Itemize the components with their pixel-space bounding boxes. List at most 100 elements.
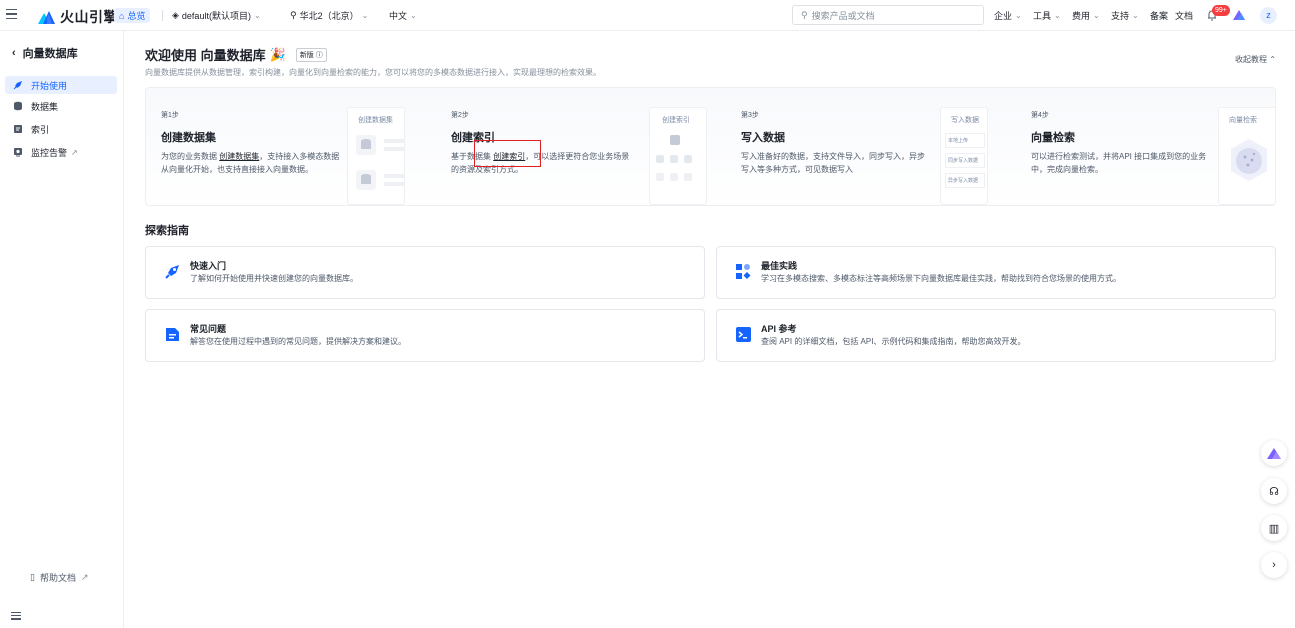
sidebar-item-label: 数据集 (31, 101, 59, 112)
dataset-illustration-icon (356, 135, 404, 190)
index-tree-illustration-icon (656, 135, 692, 181)
ai-assistant-button[interactable] (1261, 440, 1287, 466)
sidebar-item-getting-started[interactable]: 开始使用 (5, 76, 117, 94)
chevron-right-icon: › (1272, 559, 1276, 571)
menu-icon[interactable] (6, 9, 17, 20)
region-label: 华北2（北京） (299, 11, 359, 21)
sidebar: ‹ 向量数据库 开始使用 数据集 索引 监控告警 ↗ ▯ 帮助文档 ↗ (0, 31, 124, 628)
guide-card-quickstart[interactable]: 快速入门 了解如何开始使用并快速创建您的向量数据库。 (145, 246, 705, 299)
shapes-icon (736, 264, 751, 279)
sidebar-item-label: 开始使用 (31, 80, 68, 91)
nav-label: 文档 (1175, 11, 1194, 21)
help-docs-label: 帮助文档 (39, 573, 76, 583)
step-title: 向量检索 (1031, 132, 1075, 144)
step-desc-text: 为您的业务数据 (161, 152, 220, 161)
step-description: 写入准备好的数据，支持文件导入，同步写入，异步写入等多种方式，可见数据写入 (741, 150, 926, 176)
info-icon: ⓘ (315, 51, 323, 59)
step-illustration-label: 创建索引 (662, 117, 690, 124)
search-input[interactable]: ⚲ 搜索产品或文档 (792, 5, 984, 25)
top-bar: 火山引擎 ⌂ 总览 ◈ default(默认项目) ⌄ ⚲ 华北2（北京） ⌄ … (0, 0, 1295, 31)
nav-label: 企业 (994, 11, 1013, 21)
help-docs-link[interactable]: ▯ 帮助文档 ↗ (30, 571, 89, 584)
party-icon: 🎉 (269, 46, 286, 62)
chevron-down-icon: ⌄ (1015, 11, 1022, 20)
card-description: 了解如何开始使用并快速创建您的向量数据库。 (190, 274, 358, 283)
nav-support[interactable]: 支持 ⌄ (1111, 9, 1139, 22)
headset-icon: ☊ (1269, 485, 1279, 498)
step-illustration: 向量检索 (1218, 107, 1275, 205)
card-title: 常见问题 (190, 324, 227, 334)
sidebar-header[interactable]: ‹ 向量数据库 (12, 45, 78, 61)
card-description: 学习在多模态搜索、多模态标注等高频场景下向量数据库最佳实践，帮助找到符合您场景的… (761, 274, 1121, 283)
expand-button[interactable]: › (1261, 552, 1287, 578)
new-version-label: 新版 (299, 51, 314, 59)
step-illustration: 创建数据集 (347, 107, 405, 205)
brand-logo[interactable]: 火山引擎 (38, 7, 118, 27)
customer-service-button[interactable]: ☊ (1261, 478, 1287, 504)
region-selector[interactable]: ⚲ 华北2（北京） ⌄ (290, 9, 368, 22)
sidebar-item-datasets[interactable]: 数据集 (5, 97, 117, 115)
project-selector[interactable]: ◈ default(默认项目) ⌄ (172, 9, 261, 22)
overview-button[interactable]: ⌂ 总览 (114, 8, 151, 23)
create-dataset-link[interactable]: 创建数据集 (219, 152, 259, 161)
step-illustration: 创建索引 (649, 107, 707, 205)
overview-label: 总览 (127, 11, 146, 21)
step-3: 第3步 写入数据 写入准备好的数据，支持文件导入，同步写入，异步写入等多种方式，… (726, 88, 1016, 205)
external-link-icon: ↗ (71, 147, 78, 157)
docs-button[interactable]: ▥ (1261, 515, 1287, 541)
rocket-icon (165, 265, 179, 279)
chevron-up-icon: ⌃ (1269, 55, 1276, 64)
chevron-down-icon: ⌄ (253, 11, 261, 20)
highlight-annotation (474, 140, 541, 167)
location-icon: ⚲ (290, 10, 297, 20)
write-options-list: 本地上传 同步写入数据 异步写入数据 (945, 133, 985, 188)
tutorial-steps: 第1步 创建数据集 为您的业务数据 创建数据集，支持接入多模态数据从向量化开始，… (145, 87, 1276, 206)
write-option: 异步写入数据 (945, 173, 985, 188)
nav-enterprise[interactable]: 企业 ⌄ (994, 9, 1022, 22)
collapse-sidebar-icon[interactable] (11, 612, 21, 620)
nav-billing[interactable]: 费用 ⌄ (1072, 9, 1100, 22)
ai-assistant-icon[interactable] (1233, 9, 1245, 20)
nav-filing[interactable]: 备案 (1150, 9, 1168, 22)
step-illustration-label: 创建数据集 (358, 117, 393, 124)
nav-tools[interactable]: 工具 ⌄ (1033, 9, 1061, 22)
chevron-down-icon: ⌄ (1132, 11, 1139, 20)
sidebar-item-label: 索引 (31, 124, 50, 135)
card-title: 最佳实践 (761, 261, 798, 271)
sidebar-item-label: 监控告警 (31, 147, 68, 158)
volcano-logo-icon (38, 11, 55, 24)
collapse-tutorial-label: 收起教程 (1235, 55, 1267, 64)
rocket-icon (13, 81, 22, 90)
page-title-text: 欢迎使用 向量数据库 (145, 48, 266, 63)
step-number: 第4步 (1031, 112, 1049, 119)
card-title: 快速入门 (190, 261, 227, 271)
guide-section-title: 探索指南 (145, 225, 189, 237)
step-description: 为您的业务数据 创建数据集，支持接入多模态数据从向量化开始，也支持直接接入向量数… (161, 150, 346, 176)
vector-search-illustration-icon (1231, 139, 1267, 181)
step-title: 写入数据 (741, 132, 785, 144)
index-icon (14, 125, 22, 133)
step-illustration-label: 写入数据 (951, 117, 979, 124)
search-placeholder: 搜索产品或文档 (811, 10, 875, 21)
chevron-left-icon[interactable]: ‹ (12, 47, 16, 59)
card-description: 查阅 API 的详细文档，包括 API、示例代码和集成指南，帮助您高效开发。 (761, 337, 1026, 346)
step-desc-text: 写入准备好的数据，支持文件导入，同步写入，异步写入等多种方式，可见数据写入 (741, 152, 925, 174)
nav-label: 支持 (1111, 11, 1130, 21)
step-desc-text: 可以进行检索测试，并将API 接口集成到您的业务中，完成向量检索。 (1031, 152, 1207, 174)
language-selector[interactable]: 中文 ⌄ (389, 9, 417, 22)
ai-assistant-icon (1267, 448, 1281, 459)
nav-docs[interactable]: 文档 (1175, 9, 1193, 22)
divider (162, 10, 163, 21)
guide-card-api-reference[interactable]: API 参考 查阅 API 的详细文档，包括 API、示例代码和集成指南，帮助您… (716, 309, 1276, 362)
sidebar-item-index[interactable]: 索引 (5, 120, 117, 138)
guide-card-best-practice[interactable]: 最佳实践 学习在多模态搜索、多模态标注等高频场景下向量数据库最佳实践，帮助找到符… (716, 246, 1276, 299)
avatar[interactable]: z (1260, 7, 1277, 24)
page-title: 欢迎使用 向量数据库 🎉 新版 ⓘ (145, 45, 327, 64)
new-version-tag[interactable]: 新版 ⓘ (295, 47, 327, 62)
collapse-tutorial-link[interactable]: 收起教程 ⌃ (1235, 54, 1276, 65)
sidebar-item-monitoring[interactable]: 监控告警 ↗ (5, 143, 117, 161)
step-number: 第1步 (161, 112, 179, 119)
guide-card-faq[interactable]: 常见问题 解答您在使用过程中遇到的常见问题，提供解决方案和建议。 (145, 309, 705, 362)
search-icon: ⚲ (801, 9, 808, 20)
step-number: 第2步 (451, 112, 469, 119)
